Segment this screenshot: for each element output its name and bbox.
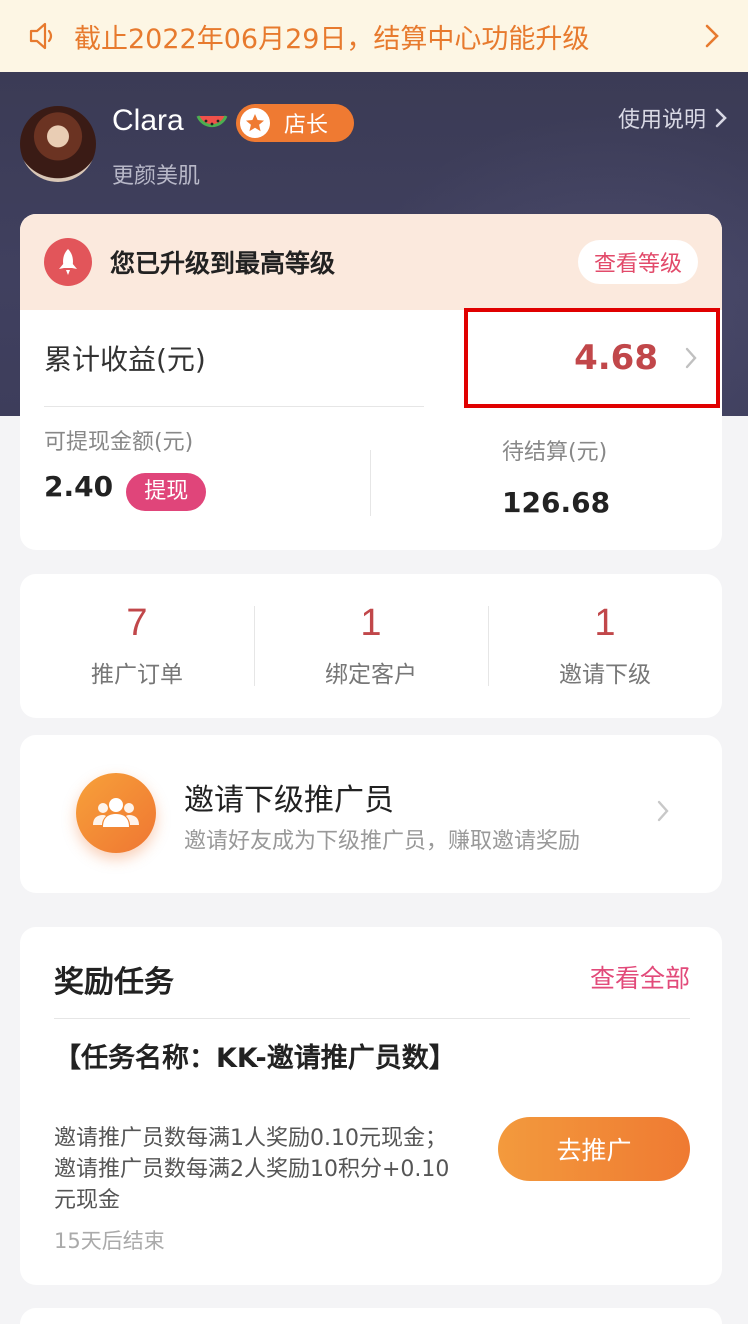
stat-invited-subordinates[interactable]: 1 邀请下级 bbox=[488, 574, 722, 718]
star-icon bbox=[240, 108, 270, 138]
go-promote-button[interactable]: 去推广 bbox=[498, 1117, 690, 1181]
rocket-icon bbox=[44, 238, 92, 286]
withdrawable-label: 可提现金额(元) bbox=[44, 430, 194, 455]
stat-bound-customers[interactable]: 1 绑定客户 bbox=[254, 574, 488, 718]
task-description: 邀请推广员数每满1人奖励0.10元现金；邀请推广员数每满2人奖励10积分+0.1… bbox=[54, 1126, 450, 1213]
role-badge-label: 店长 bbox=[284, 113, 329, 138]
withdraw-button[interactable]: 提现 bbox=[126, 472, 207, 511]
avatar[interactable] bbox=[20, 106, 96, 182]
pending-label: 待结算(元) bbox=[502, 440, 608, 465]
invite-promoter-card[interactable]: 邀请下级推广员 邀请好友成为下级推广员，赚取邀请奖励 bbox=[20, 735, 722, 893]
divider bbox=[44, 406, 424, 407]
highlight-box bbox=[464, 308, 720, 408]
watermelon-icon bbox=[196, 115, 228, 128]
notice-bar[interactable]: 截止2022年06月29日，结算中心功能升级 bbox=[0, 0, 748, 72]
reward-tasks-card: 奖励任务 查看全部 【任务名称：KK-邀请推广员数】 邀请推广员数每满1人奖励0… bbox=[20, 927, 722, 1285]
view-level-button[interactable]: 查看等级 bbox=[577, 240, 698, 284]
section-title: 奖励任务 bbox=[54, 965, 174, 1000]
task-deadline: 15天后结束 bbox=[54, 1229, 165, 1253]
stat-promo-orders[interactable]: 7 推广订单 bbox=[20, 574, 254, 718]
chevron-right-icon bbox=[657, 800, 669, 822]
username: Clara bbox=[112, 104, 184, 137]
stat-label: 推广订单 bbox=[91, 662, 183, 688]
withdrawable-value: 2.40 bbox=[44, 470, 114, 503]
chevron-right-icon bbox=[705, 24, 719, 48]
users-icon bbox=[76, 773, 156, 853]
level-message: 您已升级到最高等级 bbox=[110, 249, 336, 278]
speaker-icon bbox=[29, 22, 53, 50]
stats-card: 7 推广订单 1 绑定客户 1 邀请下级 bbox=[20, 574, 722, 718]
chevron-right-icon bbox=[715, 108, 727, 128]
stat-value: 1 bbox=[360, 602, 382, 644]
divider bbox=[370, 450, 371, 516]
balance-split: 可提现金额(元) 2.40 提现 待结算(元) 126.68 bbox=[20, 424, 722, 534]
stat-label: 邀请下级 bbox=[559, 662, 651, 688]
notice-text: 截止2022年06月29日，结算中心功能升级 bbox=[74, 23, 590, 55]
level-bar: 您已升级到最高等级 查看等级 bbox=[20, 214, 722, 310]
help-link[interactable]: 使用说明 bbox=[618, 102, 728, 134]
store-name: 更颜美肌 bbox=[112, 164, 201, 189]
stat-value: 7 bbox=[126, 602, 148, 644]
divider bbox=[54, 1018, 690, 1019]
view-all-link[interactable]: 查看全部 bbox=[590, 959, 690, 995]
next-card bbox=[20, 1308, 722, 1324]
role-badge: 店长 bbox=[236, 104, 354, 142]
earnings-card: 您已升级到最高等级 查看等级 累计收益(元) 4.68 可提现金额(元) 2.4… bbox=[20, 214, 722, 550]
task-name: 【任务名称：KK-邀请推广员数】 bbox=[54, 1043, 456, 1074]
invite-title: 邀请下级推广员 bbox=[184, 783, 394, 818]
stat-label: 绑定客户 bbox=[325, 662, 417, 688]
invite-subtitle: 邀请好友成为下级推广员，赚取邀请奖励 bbox=[184, 829, 581, 854]
stat-value: 1 bbox=[594, 602, 616, 644]
pending-value: 126.68 bbox=[502, 486, 611, 519]
pending-section: 待结算(元) 126.68 bbox=[502, 434, 610, 519]
help-link-label: 使用说明 bbox=[617, 108, 706, 133]
withdrawable-section: 可提现金额(元) 2.40 提现 bbox=[44, 424, 207, 511]
